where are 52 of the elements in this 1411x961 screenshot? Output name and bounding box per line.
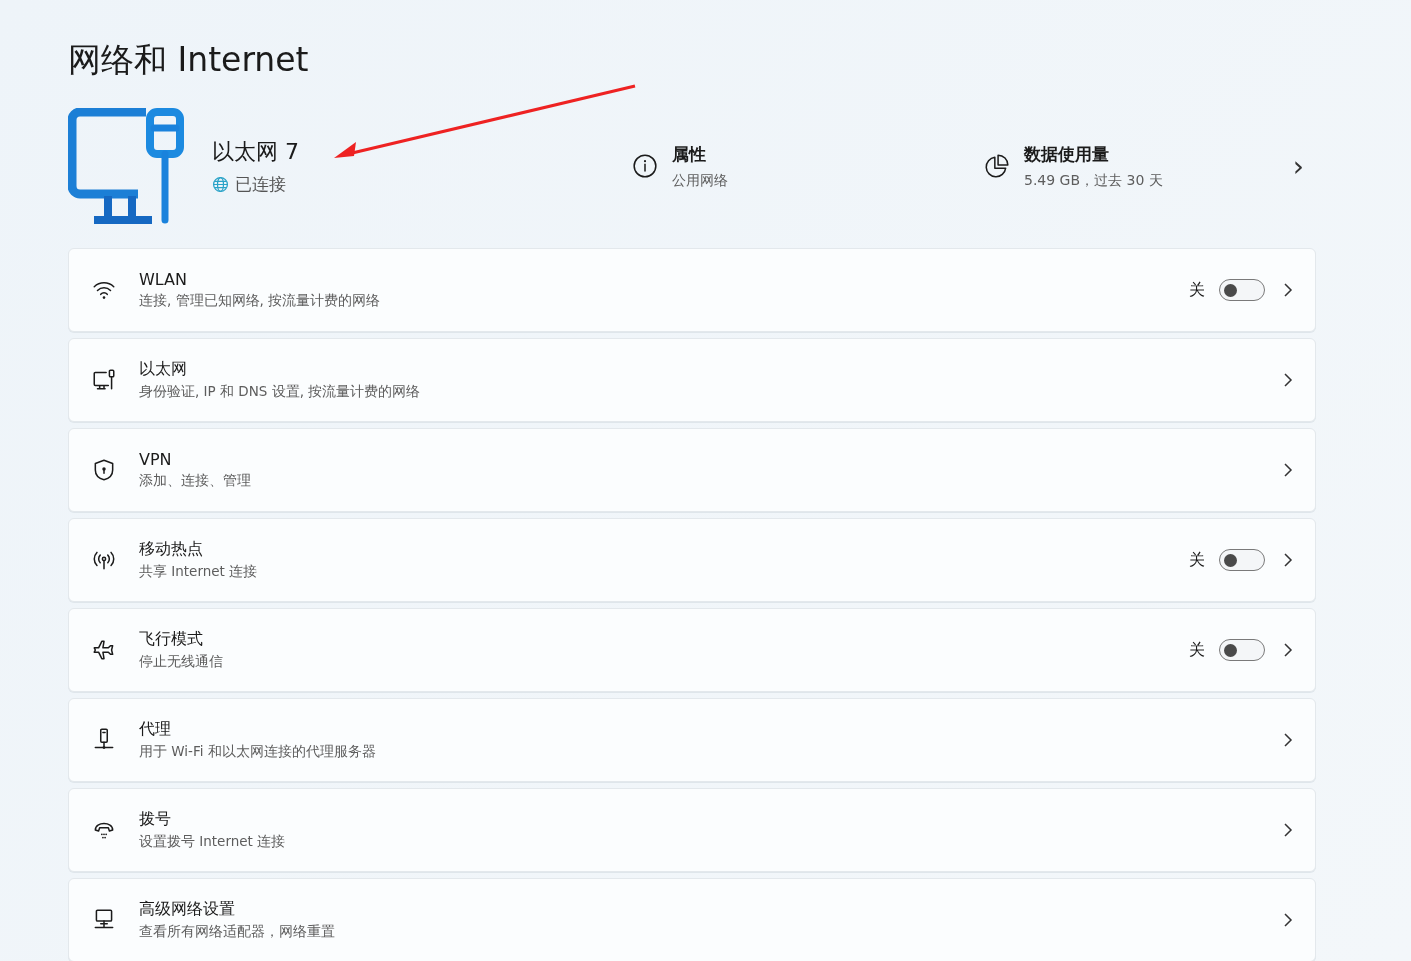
chevron-text: ›: [1292, 149, 1304, 183]
chevron-right-icon: [1283, 552, 1293, 568]
data-usage-amount: 5.49 GB，过去 30 天: [1024, 171, 1163, 190]
data-usage-link[interactable]: 数据使用量 5.49 GB，过去 30 天 ›: [984, 142, 1316, 190]
toggle-switch[interactable]: [1219, 639, 1265, 661]
chevron-right-icon: [1283, 732, 1293, 748]
setting-card[interactable]: 移动热点 共享 Internet 连接 关: [68, 518, 1316, 602]
ethernet-monitor-icon: [68, 108, 184, 224]
setting-description: 身份验证, IP 和 DNS 设置, 按流量计费的网络: [139, 383, 422, 401]
setting-title: VPN: [139, 450, 173, 469]
connection-status: 已连接: [235, 172, 286, 196]
chevron-right-icon: [1283, 822, 1293, 838]
setting-card[interactable]: 高级网络设置 查看所有网络适配器，网络重置: [68, 878, 1316, 961]
setting-description: 连接, 管理已知网络, 按流量计费的网络: [139, 292, 382, 310]
data-usage-title: 数据使用量: [1024, 142, 1110, 166]
setting-title: 代理: [139, 719, 172, 740]
globe-icon: [212, 175, 229, 193]
setting-title: 拨号: [139, 809, 172, 830]
page-title: 网络和 Internet: [68, 39, 310, 81]
toggle-switch[interactable]: [1219, 279, 1265, 301]
toggle-state-label: 关: [1189, 639, 1205, 661]
setting-title: 高级网络设置: [139, 899, 236, 920]
network-type: 公用网络: [672, 171, 728, 190]
setting-description: 设置拨号 Internet 连接: [139, 833, 287, 851]
setting-card[interactable]: 飞行模式 停止无线通信 关: [68, 608, 1316, 692]
chevron-right-icon: [1283, 642, 1293, 658]
properties-link[interactable]: 属性 公用网络: [632, 142, 984, 190]
setting-card[interactable]: 以太网 身份验证, IP 和 DNS 设置, 按流量计费的网络: [68, 338, 1316, 422]
setting-description: 用于 Wi-Fi 和以太网连接的代理服务器: [139, 743, 377, 761]
setting-card[interactable]: 拨号 设置拨号 Internet 连接: [68, 788, 1316, 872]
setting-card[interactable]: 代理 用于 Wi-Fi 和以太网连接的代理服务器: [68, 698, 1316, 782]
properties-title: 属性: [672, 142, 707, 166]
setting-card[interactable]: WLAN 连接, 管理已知网络, 按流量计费的网络 关: [68, 248, 1316, 332]
setting-description: 停止无线通信: [139, 653, 224, 671]
chevron-right-icon: [1283, 462, 1293, 478]
info-icon: [632, 153, 658, 179]
setting-title: 以太网: [139, 359, 188, 380]
setting-title: 飞行模式: [139, 629, 204, 650]
setting-title: 移动热点: [139, 539, 204, 560]
toggle-state-label: 关: [1189, 279, 1205, 301]
setting-description: 添加、连接、管理: [139, 472, 252, 490]
chevron-right-icon: [1283, 372, 1293, 388]
toggle-state-label: 关: [1189, 549, 1205, 571]
toggle-switch[interactable]: [1219, 549, 1265, 571]
connection-name: 以太网 7: [212, 137, 300, 166]
chevron-right-icon: [1283, 282, 1293, 298]
setting-description: 查看所有网络适配器，网络重置: [139, 923, 336, 941]
setting-card[interactable]: VPN 添加、连接、管理: [68, 428, 1316, 512]
chevron-right-icon: [1283, 912, 1293, 928]
setting-title: WLAN: [139, 270, 188, 289]
pie-chart-icon: [984, 153, 1010, 179]
setting-description: 共享 Internet 连接: [139, 563, 259, 581]
